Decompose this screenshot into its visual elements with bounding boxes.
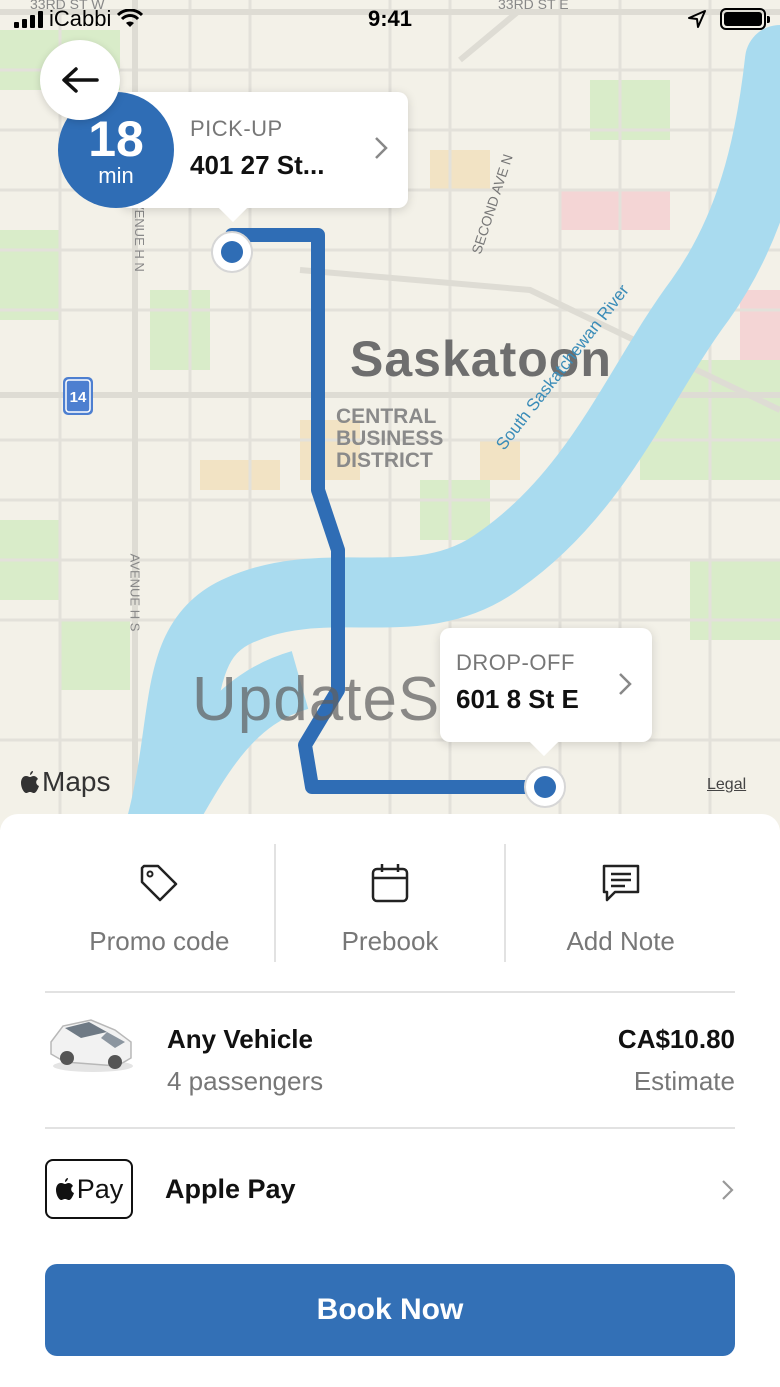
arrow-left-icon [62, 67, 99, 93]
prebook-label: Prebook [341, 926, 439, 956]
divider [45, 991, 735, 993]
fare-price: CA$10.80 [617, 1024, 735, 1054]
vehicle-option[interactable]: Any Vehicle 4 passengers CA$10.80 Estima… [45, 994, 735, 1124]
apple-maps-logo: Maps [20, 766, 110, 798]
prebook-button[interactable]: Prebook [273, 844, 505, 962]
apple-logo-icon [21, 771, 39, 793]
booking-sheet: Promo code Prebook Add Note Any Vehicle … [0, 814, 780, 1387]
street-avenue-h-s: AVENUE H S [127, 553, 143, 632]
calendar-icon [371, 864, 409, 903]
payment-method-row[interactable]: Pay Apple Pay [45, 1129, 735, 1249]
status-bar: iCabbi 9:41 [0, 0, 780, 40]
legal-link[interactable]: Legal [707, 776, 746, 794]
eta-minutes: 18 [88, 111, 144, 167]
dropoff-callout[interactable]: DROP-OFF 601 8 St E [440, 628, 652, 742]
maps-brand-text: Maps [42, 766, 111, 797]
promo-code-button[interactable]: Promo code [45, 844, 274, 962]
district-line-3: DISTRICT [336, 449, 433, 472]
status-time: 9:41 [367, 6, 413, 31]
district-line-1: CENTRAL [336, 405, 437, 428]
chevron-right-icon [722, 1180, 734, 1200]
payment-method-label: Apple Pay [165, 1174, 296, 1204]
apple-pay-badge-text: Pay [76, 1173, 124, 1204]
car-icon [50, 1019, 133, 1072]
highway-number: 14 [69, 389, 87, 406]
district-line-2: BUSINESS [336, 427, 444, 450]
book-now-button[interactable]: Book Now [45, 1264, 735, 1356]
fare-estimate-label: Estimate [633, 1066, 735, 1096]
vehicle-capacity: 4 passengers [167, 1066, 324, 1096]
tag-icon [141, 864, 178, 902]
chevron-right-icon [619, 673, 632, 695]
message-icon [602, 864, 639, 902]
add-note-button[interactable]: Add Note [504, 844, 735, 962]
chevron-right-icon [375, 137, 388, 159]
eta-unit: min [98, 163, 134, 188]
location-arrow-icon [688, 10, 706, 28]
action-row: Promo code Prebook Add Note [45, 844, 735, 962]
district-label: CENTRAL BUSINESS DISTRICT [336, 405, 444, 472]
back-button[interactable] [40, 40, 120, 120]
add-note-label: Add Note [566, 926, 675, 956]
vehicle-name: Any Vehicle [167, 1024, 313, 1054]
apple-logo-icon [55, 1178, 74, 1200]
apple-pay-badge: Pay [45, 1159, 133, 1219]
promo-code-label: Promo code [89, 926, 230, 956]
battery-icon [720, 8, 770, 30]
